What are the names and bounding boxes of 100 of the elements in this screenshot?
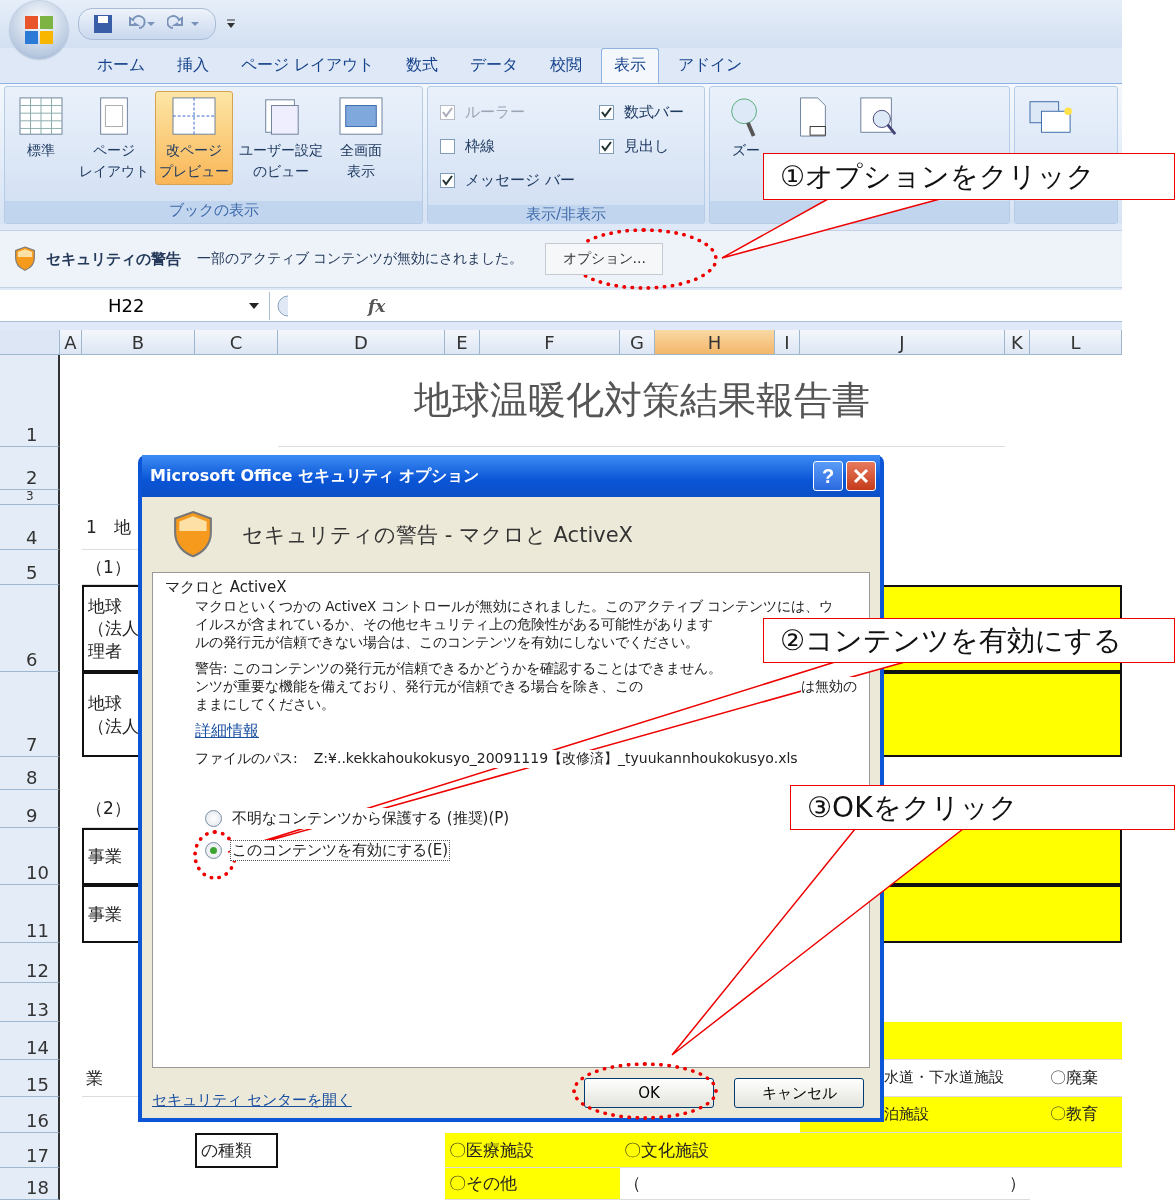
options-button[interactable]: オプション... bbox=[545, 243, 664, 276]
row-header[interactable]: 1 bbox=[0, 355, 60, 447]
column-header[interactable]: D bbox=[278, 330, 445, 355]
checkbox-option[interactable]: 見出し bbox=[599, 129, 684, 163]
cell-text: （ bbox=[624, 1172, 641, 1195]
row-header[interactable]: 9 bbox=[0, 790, 60, 828]
logo-icon bbox=[24, 15, 54, 45]
message-text: イルスが含まれているか、その他セキュリティ上の危険性がある可能性があります bbox=[195, 615, 713, 633]
column-header[interactable]: L bbox=[1030, 330, 1122, 355]
column-header[interactable]: G bbox=[620, 330, 655, 355]
group-label: 表示/非表示 bbox=[428, 205, 704, 224]
customize-icon[interactable] bbox=[226, 18, 236, 30]
row-header[interactable]: 15 bbox=[0, 1060, 60, 1097]
group-label: ブックの表示 bbox=[5, 201, 423, 223]
callout-box: ③OKをクリック bbox=[790, 785, 1175, 830]
cell-text: （法人 bbox=[88, 714, 139, 737]
checkbox-option[interactable]: 数式バー bbox=[599, 95, 684, 129]
column-header[interactable]: H bbox=[655, 330, 775, 355]
radio-button[interactable] bbox=[205, 809, 222, 827]
close-button[interactable] bbox=[846, 461, 876, 491]
cell-text: 〇廃棄 bbox=[1050, 1067, 1098, 1089]
cell-text: 〇文化施設 bbox=[624, 1138, 709, 1162]
column-header[interactable]: K bbox=[1005, 330, 1030, 355]
cell-text: 事業 bbox=[88, 845, 122, 868]
column-header[interactable]: E bbox=[445, 330, 480, 355]
cell-text: 1 地 bbox=[86, 515, 131, 539]
message-text: ままにしてください。 bbox=[195, 695, 335, 713]
ribbon-tab[interactable]: 挿入 bbox=[164, 48, 222, 83]
ribbon-button[interactable]: 改ページ プレビュー bbox=[155, 91, 233, 185]
row-header[interactable]: 13 bbox=[0, 983, 60, 1022]
cell-text: （1） bbox=[86, 555, 131, 579]
file-path-label: ファイルのパス: bbox=[195, 750, 298, 768]
message-text: 警告: このコンテンツの発行元が信頼できるかどうかを確認することはできません。 bbox=[195, 659, 722, 677]
cell-text: 泊施設 bbox=[884, 1104, 929, 1125]
cell-text: 〇教育 bbox=[1050, 1104, 1098, 1125]
name-box[interactable]: H22 bbox=[0, 291, 270, 320]
cell-text: 水道・下水道施設 bbox=[884, 1068, 1004, 1088]
ribbon-tab[interactable]: ホーム bbox=[84, 48, 158, 83]
column-header[interactable]: B bbox=[82, 330, 195, 355]
row-header[interactable]: 18 bbox=[0, 1168, 60, 1200]
row-header[interactable]: 12 bbox=[0, 943, 60, 983]
column-header[interactable]: I bbox=[775, 330, 800, 355]
window-icon bbox=[338, 96, 384, 138]
checkbox-option[interactable]: メッセージ バー bbox=[440, 163, 575, 197]
message-text: マクロといくつかの ActiveX コントロールが無効にされました。このアクティブ コンテンツには、ウ bbox=[195, 597, 833, 615]
ribbon-button[interactable]: 標準 bbox=[9, 91, 73, 164]
row-header[interactable]: 8 bbox=[0, 757, 60, 790]
office-button[interactable] bbox=[10, 1, 68, 59]
ribbon-tab[interactable]: 表示 bbox=[601, 48, 660, 83]
function-label[interactable]: fx bbox=[368, 295, 386, 316]
cell-text: 地球 bbox=[88, 595, 122, 618]
dialog-button[interactable]: キャンセル bbox=[734, 1078, 864, 1108]
row-header[interactable]: 11 bbox=[0, 885, 60, 943]
row-header[interactable]: 4 bbox=[0, 505, 60, 550]
message-text: ンツが重要な機能を備えており、発行元が信頼できる場合を除き、この bbox=[195, 677, 643, 695]
row-header[interactable]: 14 bbox=[0, 1022, 60, 1060]
ribbon-tab[interactable]: ページ レイアウト bbox=[228, 48, 388, 83]
column-header[interactable]: F bbox=[480, 330, 620, 355]
cell-text: （法人 bbox=[88, 617, 139, 640]
ribbon-tab[interactable]: 校閲 bbox=[537, 48, 596, 83]
cell-text: 理者 bbox=[88, 639, 122, 662]
cell-text: 〇その他 bbox=[449, 1172, 517, 1195]
row-header[interactable]: 6 bbox=[0, 585, 60, 672]
column-header[interactable]: J bbox=[800, 330, 1005, 355]
ribbon-tab[interactable]: アドイン bbox=[665, 48, 756, 83]
message-text: ルの発行元が信頼できない場合は、このコンテンツを有効にしないでください。 bbox=[195, 633, 699, 651]
cell-text: 地球 bbox=[88, 692, 122, 715]
security-warning-title: セキュリティの警告 bbox=[46, 249, 181, 269]
details-link[interactable]: 詳細情報 bbox=[195, 721, 259, 742]
dialog-heading: セキュリティの警告 - マクロと ActiveX bbox=[242, 521, 633, 549]
grid-icon bbox=[171, 96, 217, 138]
ribbon-tab[interactable]: データ bbox=[457, 48, 532, 83]
ribbon-button[interactable]: ユーザー設定 のビュー bbox=[235, 91, 327, 185]
dialog-title: Microsoft Office セキュリティ オプション bbox=[150, 465, 480, 487]
security-center-link[interactable]: セキュリティ センターを開く bbox=[152, 1091, 352, 1110]
radio-button[interactable] bbox=[205, 841, 222, 859]
row-header[interactable]: 16 bbox=[0, 1097, 60, 1133]
checkbox-option[interactable]: 枠線 bbox=[440, 129, 575, 163]
checkmark-icon bbox=[442, 106, 454, 118]
caret-icon[interactable] bbox=[249, 302, 259, 309]
ribbon-button[interactable]: ページ レイアウト bbox=[75, 91, 153, 185]
ribbon-button[interactable]: 全画面 表示 bbox=[329, 91, 393, 185]
column-header[interactable]: C bbox=[195, 330, 278, 355]
column-header[interactable]: A bbox=[60, 330, 82, 355]
save-icon[interactable] bbox=[93, 14, 113, 34]
row-header[interactable]: 17 bbox=[0, 1133, 60, 1168]
checkmark-icon bbox=[442, 174, 454, 186]
close-icon bbox=[853, 468, 869, 484]
file-path: Z:¥..kekkahoukokusyo_20091119【改修済】_tyuukannhoukokusyo.xls bbox=[313, 750, 798, 768]
ribbon-tab[interactable]: 数式 bbox=[393, 48, 452, 83]
message-text: は無効の bbox=[801, 677, 857, 695]
row-header[interactable]: 3 bbox=[0, 490, 60, 505]
row-header[interactable]: 5 bbox=[0, 550, 60, 585]
row-header[interactable]: 2 bbox=[0, 447, 60, 490]
dialog-button[interactable]: OK bbox=[584, 1078, 714, 1108]
section-title: マクロと ActiveX bbox=[165, 577, 287, 597]
row-header[interactable]: 7 bbox=[0, 672, 60, 757]
row-header[interactable]: 10 bbox=[0, 828, 60, 885]
cell-text: 業 bbox=[86, 1066, 103, 1090]
grid-icon bbox=[18, 96, 64, 138]
